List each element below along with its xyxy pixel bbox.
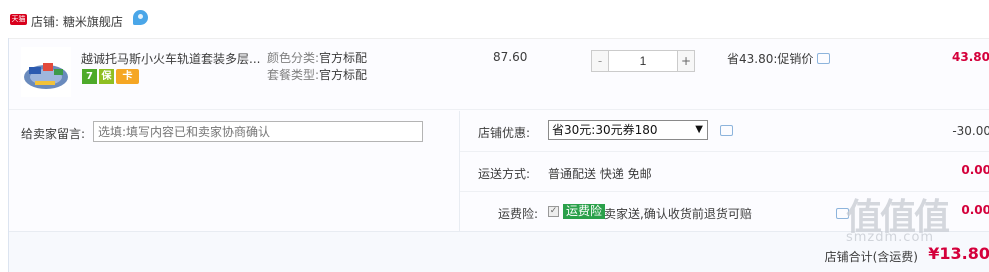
sku-row-color: 颜色分类:官方标配	[267, 50, 367, 67]
promo-info: 省43.80:促销价	[727, 50, 831, 67]
summary-total: ¥13.80	[928, 244, 989, 263]
shop-name-link[interactable]: 糖米旗舰店	[63, 15, 123, 29]
sku-value: 官方标配	[319, 51, 368, 65]
shipping-row: 运送方式: 普通配送 快递 免邮 0.00	[460, 151, 989, 191]
insurance-checkbox[interactable]: ✓	[548, 206, 559, 217]
shop-label-text: 店铺:	[31, 15, 60, 29]
order-item-box: 越诚托马斯小火车轨道套装多层... 7保卡 颜色分类:官方标配 套餐类型:官方标…	[8, 38, 989, 272]
promo-chat-icon[interactable]	[817, 53, 831, 64]
note-label: 给卖家留言:	[21, 127, 86, 141]
shop-header: 天猫 店铺: 糖米旗舰店	[0, 0, 989, 38]
qty-minus-button[interactable]: -	[591, 50, 609, 72]
product-thumbnail[interactable]	[21, 47, 71, 97]
shop-label: 店铺: 糖米旗舰店	[31, 13, 123, 30]
insurance-text: 卖家送,确认收货前退货可赔	[604, 207, 752, 221]
coupon-chat-icon[interactable]	[720, 125, 733, 136]
note-and-options: 给卖家留言: 店铺优惠: 省30元:30元券180 ▼ -30.00 运送方式:…	[9, 111, 989, 231]
guarantee-icon: 保	[99, 69, 114, 84]
seven-day-return-icon: 7	[82, 69, 97, 84]
tmall-badge-icon: 天猫	[10, 14, 27, 25]
sku-key: 颜色分类:	[267, 51, 320, 65]
sku-info: 颜色分类:官方标配 套餐类型:官方标配	[267, 50, 367, 84]
coupon-value: -30.00	[952, 124, 989, 138]
unit-price: 87.60	[493, 50, 528, 64]
shop-summary-row: 店铺合计(含运费) ¥13.80	[9, 231, 989, 272]
shipping-value: 0.00	[961, 163, 989, 177]
summary-label: 店铺合计(含运费)	[824, 250, 918, 264]
service-icons: 7保卡	[82, 69, 141, 84]
item-row: 越诚托马斯小火车轨道套装多层... 7保卡 颜色分类:官方标配 套餐类型:官方标…	[9, 38, 989, 110]
coupon-label: 店铺优惠:	[478, 126, 531, 140]
credit-card-icon: 卡	[116, 69, 139, 84]
coupon-row: 店铺优惠: 省30元:30元券180 ▼ -30.00	[460, 111, 989, 151]
seller-note-input[interactable]	[93, 121, 423, 142]
coupon-select[interactable]: 省30元:30元券180 ▼	[548, 120, 708, 140]
item-total: 43.80	[952, 50, 989, 64]
sku-value: 官方标配	[319, 68, 368, 82]
qty-input[interactable]	[608, 50, 678, 72]
shipping-method: 普通配送 快递 免邮	[548, 167, 652, 181]
watermark-site: smzdm.com	[846, 230, 935, 245]
sku-row-package: 套餐类型:官方标配	[267, 67, 367, 84]
insurance-badge: 运费险	[563, 204, 606, 219]
coupon-selected: 省30元:30元券180	[552, 123, 658, 137]
shipping-label: 运送方式:	[478, 167, 531, 181]
insurance-label: 运费险:	[498, 207, 539, 221]
sku-key: 套餐类型:	[267, 68, 320, 82]
promo-text: 省43.80:促销价	[727, 52, 814, 66]
insurance-value: 0.00	[961, 203, 989, 217]
item-title-link[interactable]: 越诚托马斯小火车轨道套装多层...	[81, 50, 261, 67]
qty-plus-button[interactable]: +	[677, 50, 695, 72]
dropdown-arrow-icon: ▼	[695, 124, 703, 135]
wangwang-chat-icon[interactable]	[133, 10, 148, 25]
